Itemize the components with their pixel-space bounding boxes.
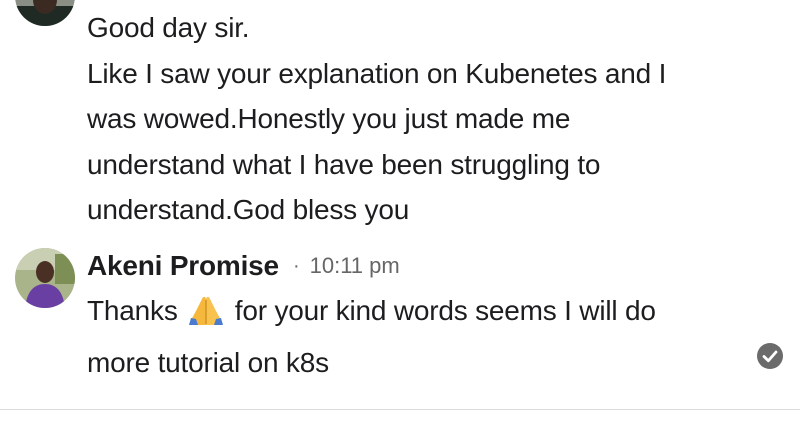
avatar-previous-sender[interactable]	[15, 0, 75, 26]
reply-text-part1: Thanks	[87, 295, 186, 326]
reply-line-2: more tutorial on k8s	[87, 346, 329, 378]
reply-line-1: Thanks for your kind words seems I will …	[87, 288, 747, 340]
message-timestamp: 10:11 pm	[309, 253, 400, 278]
message-text-reply: Thanks for your kind words seems I will …	[87, 288, 747, 385]
separator-dot: ·	[292, 254, 300, 277]
sender-name[interactable]: Akeni Promise	[87, 250, 279, 282]
folded-hands-icon	[187, 294, 225, 340]
message-header: Akeni Promise · 10:11 pm	[87, 246, 400, 286]
check-circle-icon	[756, 342, 784, 370]
reply-text-part2: for your kind words seems I will do	[227, 295, 656, 326]
avatar-akeni-promise[interactable]	[15, 248, 75, 308]
avatar-photo	[15, 248, 75, 308]
message-text-previous: Good day sir. Like I saw your explanatio…	[87, 12, 667, 225]
avatar-photo	[15, 0, 75, 26]
divider	[0, 409, 800, 410]
